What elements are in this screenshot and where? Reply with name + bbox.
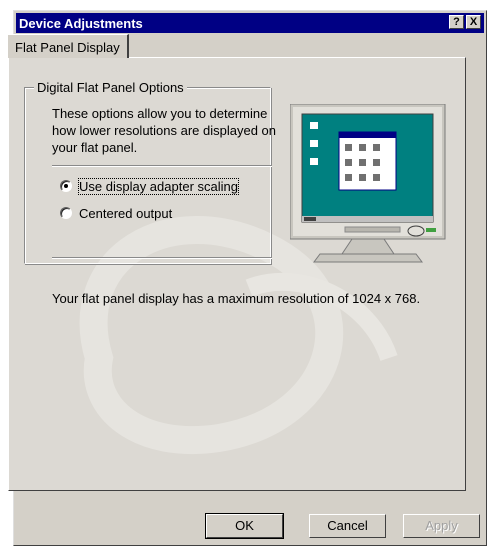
tab-flat-panel-display[interactable]: Flat Panel Display [7,34,129,58]
group-label: Digital Flat Panel Options [34,80,187,95]
ok-button[interactable]: OK [205,513,284,539]
help-button[interactable]: ? [449,15,464,29]
radio-dot [64,184,68,188]
max-resolution-text: Your flat panel display has a maximum re… [52,291,421,306]
cancel-button[interactable]: Cancel [309,514,386,538]
tab-label: Flat Panel Display [15,40,120,55]
window-title: Device Adjustments [19,16,143,31]
monitor-preview-image [290,104,446,263]
separator [52,165,272,167]
radio-label: Centered output [79,206,173,221]
title-bar[interactable]: Device Adjustments ? X [16,13,484,33]
radio-button[interactable] [60,207,72,219]
radio-label: Use display adapter scaling [78,178,239,195]
options-description: These options allow you to determine how… [52,106,277,155]
apply-button[interactable]: Apply [403,514,480,538]
close-button[interactable]: X [466,15,481,29]
radio-button-selected[interactable] [60,180,72,192]
separator [52,257,272,259]
